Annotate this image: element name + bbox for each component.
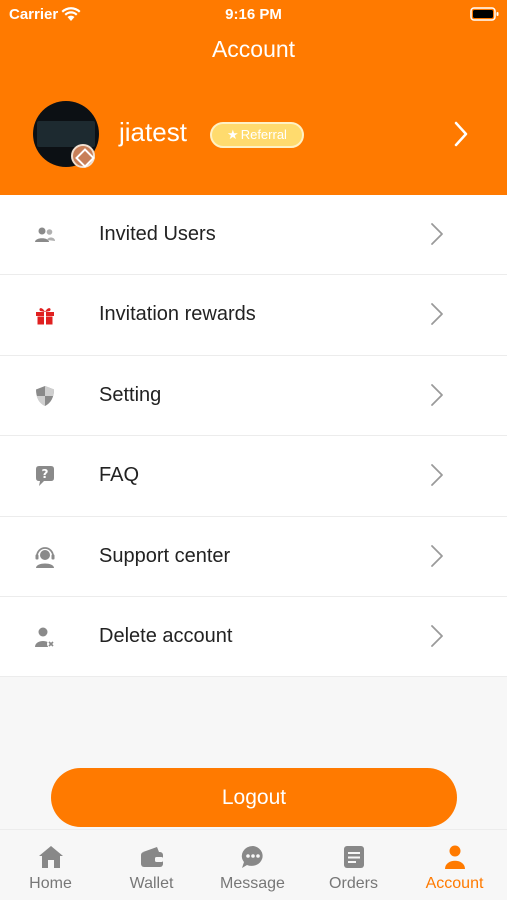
- orders-icon: [344, 846, 364, 868]
- menu-item-label: Setting: [99, 383, 162, 406]
- menu-item-label: Invitation rewards: [99, 303, 256, 326]
- page-title: Account: [211, 36, 296, 62]
- chevron-right-icon: [431, 303, 443, 326]
- chevron-right-icon: [431, 544, 443, 567]
- tab-orders[interactable]: Orders: [303, 830, 404, 900]
- menu-item-label: Support center: [99, 544, 231, 567]
- chevron-right-icon: [431, 223, 443, 245]
- tab-label: Wallet: [129, 875, 174, 892]
- avatar-badge-icon: [71, 144, 95, 168]
- headset-icon: [35, 546, 55, 568]
- svg-text:?: ?: [42, 467, 49, 481]
- battery-icon: [470, 7, 499, 21]
- chevron-right-icon: [431, 464, 443, 487]
- tab-label: Orders: [329, 875, 378, 892]
- tab-home[interactable]: Home: [0, 830, 101, 900]
- gift-icon: [36, 308, 54, 325]
- avatar-image: [37, 121, 95, 147]
- referral-badge: ★ Referral: [210, 122, 304, 148]
- chevron-right-icon: [431, 383, 443, 406]
- star-icon: ★: [227, 127, 239, 142]
- menu-item-label: FAQ: [99, 464, 140, 487]
- logout-button[interactable]: Logout: [51, 768, 457, 827]
- status-bar: Carrier 9:16 PM: [0, 0, 507, 30]
- tab-label: Message: [220, 875, 285, 892]
- chevron-right-icon: [454, 121, 468, 147]
- menu-item-support-center[interactable]: Support center: [0, 517, 507, 597]
- home-icon: [39, 846, 63, 868]
- username: jiatest: [119, 117, 187, 147]
- chevron-right-icon: [431, 625, 443, 647]
- menu-item-label: Invited Users: [99, 223, 216, 245]
- account-icon: [445, 845, 465, 869]
- header: Carrier 9:16 PM Account jiatest ★ Referra…: [0, 0, 507, 195]
- menu-item-invited-users[interactable]: Invited Users: [0, 195, 507, 276]
- menu-item-invitation-rewards[interactable]: Invitation rewards: [0, 275, 507, 356]
- tab-bar: Home Wallet Message Orders Account: [0, 829, 507, 900]
- delete-user-icon: [35, 627, 55, 648]
- menu-item-label: Delete account: [99, 624, 233, 647]
- shield-icon: [36, 385, 54, 406]
- tab-wallet[interactable]: Wallet: [101, 830, 202, 900]
- menu-item-faq[interactable]: ? FAQ: [0, 436, 507, 517]
- tab-account[interactable]: Account: [404, 830, 505, 900]
- tab-label: Account: [425, 875, 484, 892]
- tab-label: Home: [29, 875, 72, 892]
- users-icon: [35, 227, 55, 242]
- tab-message[interactable]: Message: [202, 830, 303, 900]
- wallet-icon: [141, 847, 163, 867]
- help-bubble-icon: ?: [36, 466, 54, 487]
- message-icon: [241, 845, 263, 868]
- referral-label: Referral: [240, 127, 287, 142]
- status-time: 9:16 PM: [225, 6, 282, 23]
- menu-item-setting[interactable]: Setting: [0, 356, 507, 437]
- account-menu: Invited Users Invitation rewards Setting: [0, 195, 507, 678]
- profile-row[interactable]: jiatest ★ Referral: [0, 95, 507, 175]
- menu-item-delete-account[interactable]: Delete account: [0, 597, 507, 678]
